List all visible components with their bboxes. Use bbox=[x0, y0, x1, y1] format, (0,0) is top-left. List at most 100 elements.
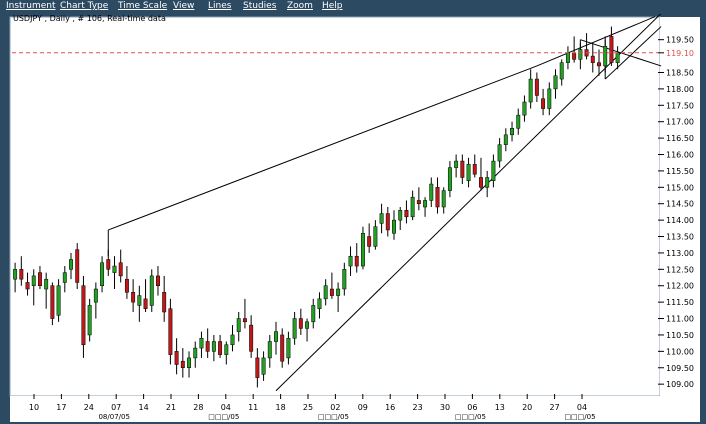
x-tick-label: 23 bbox=[413, 403, 423, 412]
y-tick-label: 114.00 bbox=[666, 216, 694, 225]
candle[interactable] bbox=[360, 226, 365, 270]
candle-body bbox=[615, 52, 620, 63]
candle-body bbox=[578, 49, 583, 60]
y-tick-label: 116.00 bbox=[666, 151, 694, 160]
candle-body bbox=[69, 259, 73, 270]
candle-body bbox=[553, 75, 558, 90]
candle-body bbox=[298, 318, 303, 329]
x-sublabel: 08/07/05 bbox=[98, 413, 129, 421]
candle-body bbox=[193, 347, 198, 359]
x-tick-label: 13 bbox=[495, 403, 505, 412]
x-sublabel: □□□/05 bbox=[455, 413, 486, 421]
candle[interactable] bbox=[56, 279, 61, 322]
x-tick-label: 07 bbox=[111, 403, 121, 412]
x-tick-label: 09 bbox=[358, 403, 368, 412]
y-tick-label: 116.50 bbox=[666, 134, 694, 143]
candle-body bbox=[230, 334, 235, 346]
chart-title: USDJPY , Daily , # 106, Real-time data bbox=[13, 14, 166, 23]
x-tick-label: 18 bbox=[276, 403, 286, 412]
menu-studies[interactable]: Studies bbox=[243, 1, 276, 11]
candle-body bbox=[491, 160, 496, 182]
candle-body bbox=[336, 288, 341, 296]
candle[interactable] bbox=[87, 298, 92, 342]
candle-body bbox=[261, 357, 266, 375]
candle-body bbox=[131, 292, 136, 303]
x-tick-label: 06 bbox=[467, 403, 477, 412]
candle-body bbox=[559, 62, 564, 80]
x-tick-label: 14 bbox=[139, 403, 149, 412]
candle-body bbox=[25, 282, 30, 290]
candle-body bbox=[267, 341, 272, 359]
candle-body bbox=[510, 128, 514, 136]
candle-body bbox=[485, 177, 490, 188]
candle-body bbox=[62, 272, 67, 283]
x-sublabel: □□□/05 bbox=[318, 413, 349, 421]
y-tick-label: 119.10 bbox=[666, 49, 694, 58]
menu-instrument[interactable]: Instrument bbox=[6, 1, 56, 11]
menu-lines[interactable]: Lines bbox=[208, 1, 231, 11]
candle-body bbox=[156, 275, 160, 286]
y-tick-label: 111.00 bbox=[666, 315, 694, 324]
y-tick-label: 117.50 bbox=[666, 101, 694, 110]
candle[interactable] bbox=[168, 298, 173, 365]
menu-help[interactable]: Help bbox=[322, 1, 343, 11]
candle-body bbox=[211, 341, 216, 352]
candle-body bbox=[454, 160, 459, 168]
candle-body bbox=[242, 318, 247, 323]
candle-body bbox=[174, 351, 179, 365]
y-tick-label: 117.00 bbox=[666, 118, 694, 127]
y-tick-label: 118.50 bbox=[666, 68, 694, 77]
candle-body bbox=[354, 255, 359, 267]
x-tick-label: 28 bbox=[193, 403, 203, 412]
candle-body bbox=[541, 98, 546, 109]
candle[interactable] bbox=[149, 269, 154, 312]
candle-body bbox=[311, 305, 316, 323]
candle-body bbox=[50, 285, 55, 319]
candle-body bbox=[218, 341, 223, 355]
menu-zoom[interactable]: Zoom bbox=[287, 1, 313, 11]
y-tick-label: 118.00 bbox=[666, 85, 694, 94]
candle-body bbox=[528, 78, 533, 103]
candle-body bbox=[367, 236, 372, 247]
y-tick-label: 115.50 bbox=[666, 167, 694, 176]
candle-body bbox=[143, 298, 148, 309]
candle-body bbox=[199, 337, 204, 349]
y-tick-label: 110.00 bbox=[666, 347, 694, 356]
y-tick-label: 112.00 bbox=[666, 282, 694, 291]
candle-body bbox=[255, 357, 260, 378]
candle-body bbox=[224, 344, 229, 355]
candle[interactable] bbox=[50, 282, 55, 326]
x-tick-label: 02 bbox=[330, 403, 340, 412]
candle-body bbox=[423, 200, 428, 208]
y-tick-label: 114.50 bbox=[666, 200, 694, 209]
candle-body bbox=[590, 55, 595, 63]
menu-chart-type[interactable]: Chart Type bbox=[60, 1, 108, 11]
candle-body bbox=[373, 226, 378, 247]
candle-body bbox=[81, 285, 86, 346]
menu-view[interactable]: View bbox=[173, 1, 194, 11]
candle-body bbox=[168, 308, 173, 355]
x-tick-label: 30 bbox=[440, 403, 450, 412]
candle[interactable] bbox=[75, 243, 80, 290]
candle-body bbox=[162, 292, 167, 313]
candle-body bbox=[392, 219, 396, 234]
candle-body bbox=[416, 200, 421, 204]
candle-body bbox=[205, 341, 210, 352]
candle-body bbox=[124, 278, 129, 293]
x-tick-label: 20 bbox=[522, 403, 532, 412]
x-tick-label: 24 bbox=[84, 403, 94, 412]
menu-bar: Instrument Chart Type Time Scale View Lines S… bbox=[0, 0, 706, 14]
x-tick-label: 11 bbox=[248, 403, 258, 412]
candle-body bbox=[404, 210, 409, 218]
candle-body bbox=[516, 114, 521, 129]
y-tick-label: 109.00 bbox=[666, 380, 694, 389]
candle-body bbox=[19, 269, 24, 280]
candle-body bbox=[479, 177, 483, 188]
menu-time-scale[interactable]: Time Scale bbox=[118, 1, 167, 11]
x-tick-label: 16 bbox=[385, 403, 395, 412]
x-sublabel: □□□/05 bbox=[564, 413, 595, 421]
candle-body bbox=[597, 62, 601, 67]
x-tick-label: 21 bbox=[166, 403, 176, 412]
candle-body bbox=[398, 210, 403, 221]
candlestick-chart[interactable]: USDJPY , Daily , # 106, Real-time data 1… bbox=[0, 14, 706, 424]
